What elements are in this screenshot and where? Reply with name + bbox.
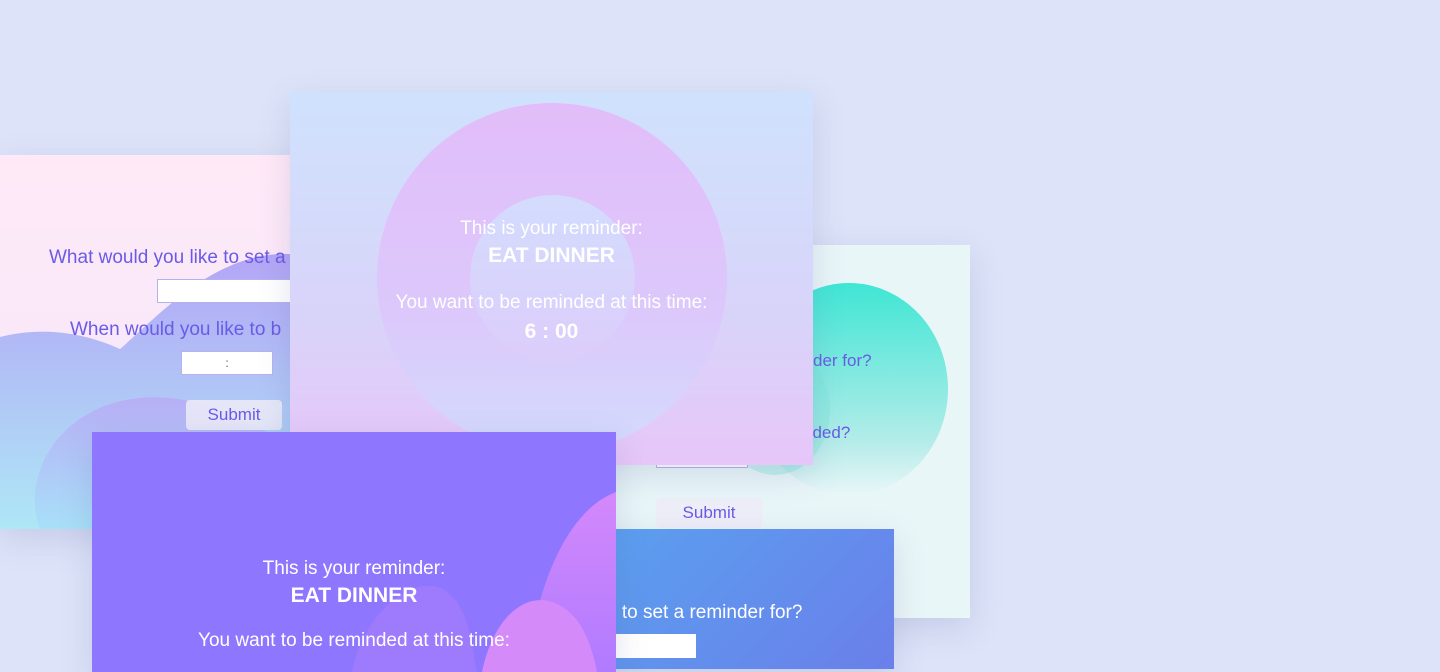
reminder-text: EAT DINNER <box>488 244 615 267</box>
question-what-label: e to set a reminder for? <box>606 602 803 623</box>
reminder-text: EAT DINNER <box>290 584 418 607</box>
time-heading: You want to be reminded at this time: <box>198 630 510 651</box>
form-card-blue: e to set a reminder for? <box>600 529 894 669</box>
time-input[interactable]: : <box>181 351 273 375</box>
time-heading: You want to be reminded at this time: <box>395 292 708 313</box>
reminder-heading: This is your reminder: <box>460 218 643 239</box>
time-value: 6 : 00 <box>524 320 579 343</box>
question-what-label: What would you like to set a <box>49 247 286 268</box>
question-when-label: When would you like to b <box>70 319 282 340</box>
submit-button[interactable]: Submit <box>186 400 282 430</box>
reminder-card-top: This is your reminder: EAT DINNER You wa… <box>290 92 813 465</box>
reminder-input[interactable] <box>616 634 696 658</box>
time-separator: : <box>225 356 229 370</box>
question-what-label: der for? <box>813 351 872 370</box>
reminder-card-bottom: This is your reminder: EAT DINNER You wa… <box>92 432 616 672</box>
submit-button[interactable]: Submit <box>656 498 762 528</box>
reminder-heading: This is your reminder: <box>262 558 446 579</box>
reminder-input[interactable] <box>157 279 300 303</box>
